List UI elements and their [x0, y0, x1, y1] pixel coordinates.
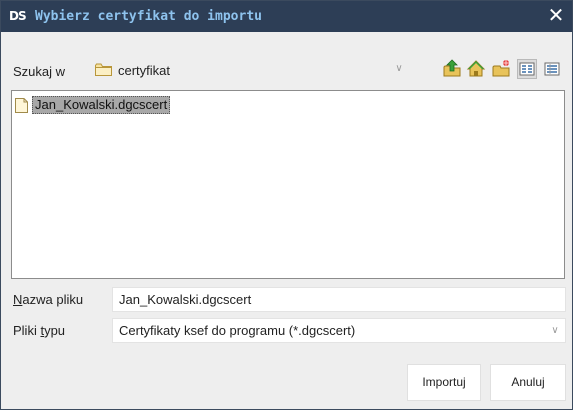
chevron-down-icon[interactable]: ∨ [549, 325, 561, 337]
file-name-label-text: azwa pliku [22, 292, 84, 307]
dialog-title: Wybierz certyfikat do importu [35, 9, 262, 24]
list-item[interactable]: Jan_Kowalski.dgcscert [15, 96, 171, 114]
folder-icon [95, 63, 112, 76]
details-view-icon[interactable] [542, 59, 562, 79]
file-chooser-dialog: DS Wybierz certyfikat do importu ✕ Szuka… [0, 0, 573, 410]
file-list[interactable]: Jan_Kowalski.dgcscert [11, 90, 565, 279]
file-name-label-mnemonic: N [13, 292, 23, 307]
look-in-label: Szukaj w [13, 64, 66, 79]
file-type-label: Pliki typu [13, 323, 65, 338]
new-folder-icon[interactable] [491, 59, 511, 79]
chevron-down-icon[interactable]: ∨ [393, 63, 405, 75]
home-icon[interactable] [466, 59, 486, 79]
file-name: Jan_Kowalski.dgcscert [32, 96, 171, 114]
close-button[interactable]: ✕ [546, 5, 566, 27]
file-type-label-text: Pliki [13, 323, 41, 338]
import-button[interactable]: Importuj [407, 364, 481, 401]
file-icon [15, 97, 28, 113]
file-type-combobox[interactable]: Certyfikaty ksef do programu (*.dgcscert… [112, 318, 566, 343]
up-folder-icon[interactable] [442, 59, 462, 79]
file-type-value: Certyfikaty ksef do programu (*.dgcscert… [119, 323, 356, 338]
look-in-combobox[interactable]: certyfikat ∨ [90, 57, 410, 81]
app-logo: DS [9, 9, 27, 23]
cancel-button[interactable]: Anuluj [490, 364, 566, 401]
look-in-value: certyfikat [118, 63, 171, 78]
title-bar: DS Wybierz certyfikat do importu ✕ [1, 1, 572, 32]
file-type-label-rest: ypu [44, 323, 66, 338]
file-name-label: Nazwa pliku [13, 292, 83, 307]
list-view-icon[interactable] [517, 59, 537, 79]
file-name-input[interactable]: Jan_Kowalski.dgcscert [112, 287, 566, 312]
